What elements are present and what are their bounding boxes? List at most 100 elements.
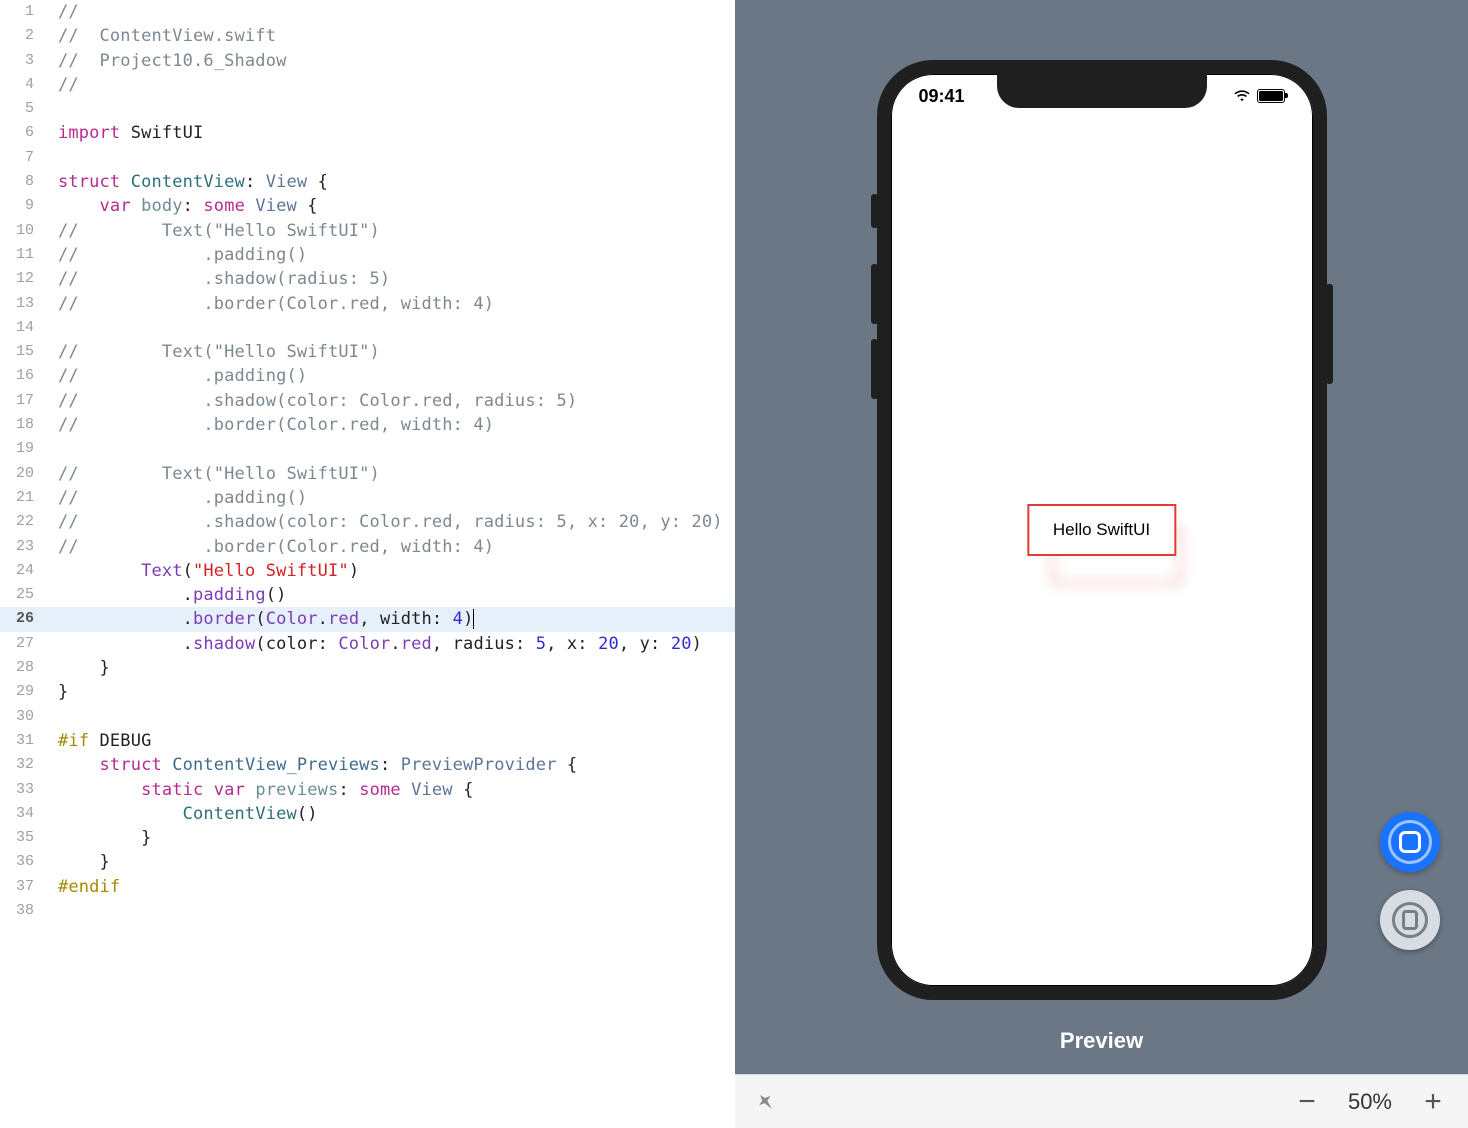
status-bar: 09:41: [891, 82, 1313, 110]
code-line[interactable]: 22// .shadow(color: Color.red, radius: 5…: [0, 510, 735, 534]
code-content[interactable]: struct ContentView: View {: [44, 170, 328, 194]
line-number: 5: [0, 97, 44, 121]
code-content[interactable]: .shadow(color: Color.red, radius: 5, x: …: [44, 632, 702, 656]
code-line[interactable]: 11// .padding(): [0, 243, 735, 267]
code-line[interactable]: 35 }: [0, 826, 735, 850]
code-line[interactable]: 17// .shadow(color: Color.red, radius: 5…: [0, 389, 735, 413]
live-preview-button[interactable]: [1380, 812, 1440, 872]
code-line[interactable]: 21// .padding(): [0, 486, 735, 510]
code-content[interactable]: ContentView(): [44, 802, 318, 826]
code-line[interactable]: 38: [0, 899, 735, 923]
code-content[interactable]: }: [44, 850, 110, 874]
code-line[interactable]: 18// .border(Color.red, width: 4): [0, 413, 735, 437]
line-number: 33: [0, 778, 44, 802]
line-number: 22: [0, 510, 44, 534]
code-content[interactable]: // Text("Hello SwiftUI"): [44, 219, 380, 243]
code-line[interactable]: 26 .border(Color.red, width: 4): [0, 607, 735, 631]
code-line[interactable]: 36 }: [0, 850, 735, 874]
line-number: 20: [0, 462, 44, 486]
code-line[interactable]: 29}: [0, 680, 735, 704]
selectable-preview-button[interactable]: [1380, 890, 1440, 950]
code-content[interactable]: Text("Hello SwiftUI"): [44, 559, 359, 583]
line-number: 38: [0, 899, 44, 923]
code-content[interactable]: #if DEBUG: [44, 729, 151, 753]
preview-pane: 09:41 Hello SwiftUI: [735, 0, 1468, 1128]
code-content[interactable]: // Project10.6_Shadow: [44, 49, 286, 73]
code-line[interactable]: 16// .padding(): [0, 364, 735, 388]
code-content[interactable]: // .padding(): [44, 243, 307, 267]
code-line[interactable]: 30: [0, 705, 735, 729]
line-number: 31: [0, 729, 44, 753]
code-content[interactable]: }: [44, 826, 151, 850]
line-number: 13: [0, 292, 44, 316]
line-number: 17: [0, 389, 44, 413]
code-line[interactable]: 5: [0, 97, 735, 121]
code-line[interactable]: 25 .padding(): [0, 583, 735, 607]
code-content[interactable]: // .border(Color.red, width: 4): [44, 292, 494, 316]
code-content[interactable]: // Text("Hello SwiftUI"): [44, 340, 380, 364]
code-line[interactable]: 3// Project10.6_Shadow: [0, 49, 735, 73]
code-line[interactable]: 27 .shadow(color: Color.red, radius: 5, …: [0, 632, 735, 656]
code-line[interactable]: 13// .border(Color.red, width: 4): [0, 292, 735, 316]
code-content[interactable]: // Text("Hello SwiftUI"): [44, 462, 380, 486]
code-content[interactable]: // .shadow(color: Color.red, radius: 5): [44, 389, 577, 413]
code-line[interactable]: 1//: [0, 0, 735, 24]
line-number: 14: [0, 316, 44, 340]
code-content[interactable]: .padding(): [44, 583, 287, 607]
code-line[interactable]: 6import SwiftUI: [0, 121, 735, 145]
code-content[interactable]: import SwiftUI: [44, 121, 203, 145]
code-content[interactable]: #endif: [44, 875, 120, 899]
code-line[interactable]: 9 var body: some View {: [0, 194, 735, 218]
line-number: 28: [0, 656, 44, 680]
code-line[interactable]: 28 }: [0, 656, 735, 680]
device-mute-switch: [871, 194, 878, 228]
code-line[interactable]: 37#endif: [0, 875, 735, 899]
code-content[interactable]: // .border(Color.red, width: 4): [44, 535, 494, 559]
code-content[interactable]: // .shadow(color: Color.red, radius: 5, …: [44, 510, 723, 534]
code-line[interactable]: 33 static var previews: some View {: [0, 778, 735, 802]
code-line[interactable]: 24 Text("Hello SwiftUI"): [0, 559, 735, 583]
line-number: 23: [0, 535, 44, 559]
code-content[interactable]: //: [44, 0, 79, 24]
code-content[interactable]: var body: some View {: [44, 194, 318, 218]
zoom-out-button[interactable]: −: [1292, 1085, 1322, 1119]
code-content[interactable]: .border(Color.red, width: 4): [44, 607, 474, 631]
code-line[interactable]: 14: [0, 316, 735, 340]
line-number: 7: [0, 146, 44, 170]
code-editor[interactable]: 1//2// ContentView.swift3// Project10.6_…: [0, 0, 735, 1128]
line-number: 35: [0, 826, 44, 850]
code-content[interactable]: // ContentView.swift: [44, 24, 276, 48]
code-line[interactable]: 4//: [0, 73, 735, 97]
zoom-in-button[interactable]: +: [1418, 1085, 1448, 1119]
code-line[interactable]: 19: [0, 437, 735, 461]
line-number: 15: [0, 340, 44, 364]
status-time: 09:41: [919, 86, 965, 107]
line-number: 19: [0, 437, 44, 461]
preview-canvas[interactable]: 09:41 Hello SwiftUI: [735, 0, 1468, 1010]
code-line[interactable]: 7: [0, 146, 735, 170]
code-content[interactable]: static var previews: some View {: [44, 778, 473, 802]
code-line[interactable]: 20// Text("Hello SwiftUI"): [0, 462, 735, 486]
code-content[interactable]: // .padding(): [44, 364, 307, 388]
code-line[interactable]: 32 struct ContentView_Previews: PreviewP…: [0, 753, 735, 777]
code-content[interactable]: }: [44, 680, 68, 704]
line-number: 3: [0, 49, 44, 73]
code-content[interactable]: // .border(Color.red, width: 4): [44, 413, 494, 437]
code-line[interactable]: 8struct ContentView: View {: [0, 170, 735, 194]
code-content[interactable]: // .padding(): [44, 486, 307, 510]
battery-icon: [1257, 89, 1285, 103]
code-line[interactable]: 10// Text("Hello SwiftUI"): [0, 219, 735, 243]
line-number: 24: [0, 559, 44, 583]
code-content[interactable]: struct ContentView_Previews: PreviewProv…: [44, 753, 577, 777]
preview-label: Preview: [735, 1010, 1468, 1074]
code-content[interactable]: // .shadow(radius: 5): [44, 267, 390, 291]
code-line[interactable]: 12// .shadow(radius: 5): [0, 267, 735, 291]
code-content[interactable]: }: [44, 656, 110, 680]
code-line[interactable]: 31#if DEBUG: [0, 729, 735, 753]
code-line[interactable]: 34 ContentView(): [0, 802, 735, 826]
code-content[interactable]: //: [44, 73, 79, 97]
code-line[interactable]: 15// Text("Hello SwiftUI"): [0, 340, 735, 364]
code-line[interactable]: 23// .border(Color.red, width: 4): [0, 535, 735, 559]
pin-icon[interactable]: [751, 1086, 782, 1117]
code-line[interactable]: 2// ContentView.swift: [0, 24, 735, 48]
